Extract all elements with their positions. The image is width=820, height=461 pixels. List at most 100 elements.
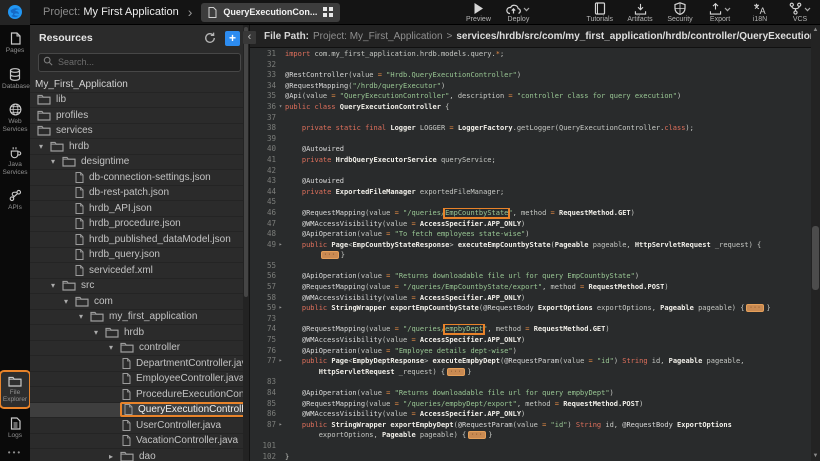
chevron-right-icon[interactable]: ▸ [109,452,120,461]
code-line: 37 [250,113,820,124]
tree-item-file[interactable]: db-connection-settings.json [30,170,249,186]
topbar-action-export[interactable]: Export [707,2,733,23]
tree-item-file[interactable]: DepartmentController.java [30,356,249,372]
code-token: RequestMethod.GET [529,325,605,333]
line-number [250,430,276,441]
tree-item-folder[interactable]: profiles [30,108,249,124]
folded-code-widget[interactable]: ··· [321,251,339,259]
code-token [285,156,302,164]
tree-item-file[interactable]: hrdb_query.json [30,248,249,264]
fold-gutter [276,271,285,282]
tree-item-folder[interactable]: ▾src [30,279,249,295]
tree-item-folder[interactable]: ▾hrdb [30,325,249,341]
line-number: 48 [250,229,276,240]
sidebar-item-pages[interactable]: Pages [1,28,29,58]
tree-item-file[interactable]: UserController.java [30,418,249,434]
topbar-action-artifacts[interactable]: Artifacts [627,2,653,23]
tree-item-file[interactable]: QueryExecutionController.java [30,403,249,419]
code-token: , method [542,283,580,291]
scroll-up-icon[interactable]: ▲ [811,25,820,35]
code-text: ···} [285,250,345,261]
code-token: } [467,368,471,376]
topbar-action-vcs[interactable]: VCS [787,2,813,23]
fold-closed-icon[interactable]: ▸ [276,303,285,314]
code-token: ) [525,230,529,238]
topbar-action-tutorials[interactable]: Tutorials [586,2,613,23]
code-token: String [576,421,601,429]
tree-item-folder[interactable]: ▾hrdb [30,139,249,155]
editor-scrollbar[interactable]: ▲ ▼ [811,25,820,461]
code-editor[interactable]: 31import com.my_first_application.hrdb.m… [250,48,820,461]
topbar-action-deploy[interactable]: Deploy [505,2,531,23]
sidebar-item-logs[interactable]: Logs [1,413,29,443]
annotation-highlight: QueryExecutionController.java [120,402,249,417]
tree-item-folder[interactable]: ▾com [30,294,249,310]
refresh-icon[interactable] [204,32,216,44]
chevron-down-icon[interactable]: ▾ [51,281,62,290]
code-token: @ApiOperation [302,347,357,355]
tree-item-file[interactable]: ProcedureExecutionController.java [30,387,249,403]
search-input[interactable] [38,53,241,72]
sidebar-item-databases[interactable]: Databases [1,64,29,94]
folded-code-widget[interactable]: ··· [447,368,465,376]
code-line: 84 @ApiOperation(value = "Returns downlo… [250,388,820,399]
tree-item-file[interactable]: EmployeeController.java [30,372,249,388]
tree-item-folder[interactable]: services [30,124,249,140]
sidebar-item-file-explorer[interactable]: File Explorer [1,372,29,407]
code-token: , method [513,209,551,217]
code-token [285,421,302,429]
line-number [250,250,276,261]
app-logo[interactable] [0,0,30,25]
tree-item-file[interactable]: hrdb_API.json [30,201,249,217]
topbar-action-preview[interactable]: Preview [465,2,491,23]
code-token: StringWrapper [327,304,386,312]
tree-scrollbar[interactable] [243,25,249,461]
topbar-action-i18n[interactable]: Ai18N [747,2,773,23]
code-line: 74 @RequestMapping(value = "/queries/emp… [250,324,820,335]
collapse-panel-icon[interactable]: ‹ [243,31,256,44]
fold-gutter [276,250,285,261]
chevron-down-icon[interactable]: ▾ [79,312,90,321]
add-resource-button[interactable]: + [225,31,240,46]
sidebar-item-java-services[interactable]: Java Services [1,142,29,179]
fold-closed-icon[interactable]: ▸ [276,240,285,251]
tree-item-folder[interactable]: ▾controller [30,341,249,357]
folder-icon [37,94,51,105]
more-options-icon[interactable]: ••• [0,448,30,457]
fold-gutter [276,60,285,71]
tree-root-item[interactable]: My_First_Application [30,77,249,93]
code-line: 45 [250,197,820,208]
chevron-down-icon[interactable]: ▾ [94,328,105,337]
project-title: Project: My First Application [43,6,179,18]
code-token: ExportOptions [534,304,593,312]
tree-scrollbar-thumb[interactable] [244,27,248,297]
open-file-tab[interactable]: QueryExecutionCon... [201,3,340,22]
tree-item-file[interactable]: servicedef.xml [30,263,249,279]
scroll-down-icon[interactable]: ▼ [811,451,820,461]
fold-open-icon[interactable]: ▾ [276,102,285,113]
fold-closed-icon[interactable]: ▸ [276,356,285,367]
sidebar-item-apis[interactable]: APIs [1,185,29,215]
tree-item-file[interactable]: hrdb_published_dataModel.json [30,232,249,248]
tree-item-file[interactable]: db-rest-patch.json [30,186,249,202]
code-text: @WMAccessVisibility(value = AccessSpecif… [285,219,525,230]
folded-code-widget[interactable]: ··· [746,304,764,312]
folded-code-widget[interactable]: ··· [468,431,486,439]
topbar-action-security[interactable]: Security [667,2,693,23]
tree-item-folder[interactable]: ▸dao [30,449,249,461]
tree-item-file[interactable]: VacationController.java [30,434,249,450]
tree-item-folder[interactable]: ▾my_first_application [30,310,249,326]
sidebar-item-web-services[interactable]: Web Services [1,99,29,136]
folder-icon [120,451,134,461]
chevron-down-icon[interactable]: ▾ [51,157,62,166]
fold-closed-icon[interactable]: ▸ [276,420,285,431]
chevron-down-icon[interactable]: ▾ [39,142,50,151]
tree-item-folder[interactable]: ▾designtime [30,155,249,171]
chevron-down-icon[interactable]: ▾ [64,297,75,306]
tree-item-folder[interactable]: lib [30,93,249,109]
tree-item-file[interactable]: hrdb_procedure.json [30,217,249,233]
editor-scrollbar-thumb[interactable] [812,226,819,290]
chevron-down-icon[interactable]: ▾ [109,343,120,352]
code-token: public [302,304,327,312]
grid-icon[interactable] [323,7,333,17]
